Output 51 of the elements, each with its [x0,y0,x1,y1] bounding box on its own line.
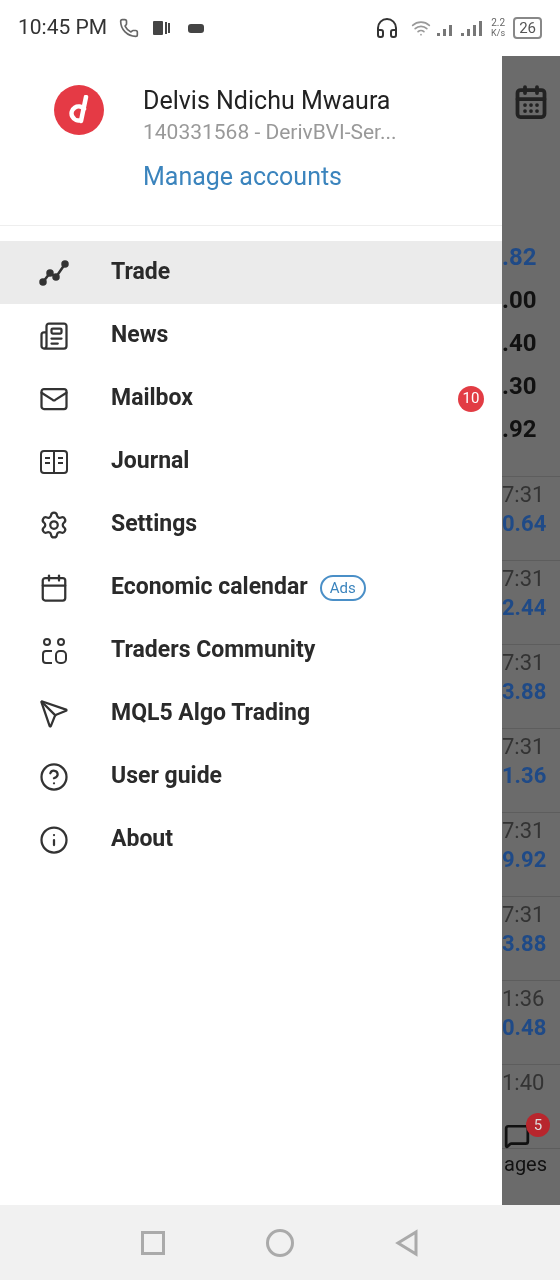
menu-item[interactable]: Trade [0,241,502,304]
deal-value: 1.36 [502,762,548,790]
account-name: Delvis Ndichu Mwaura [143,85,392,117]
help-icon [39,761,69,792]
speed-unit: K/s [491,28,506,38]
newspaper-icon [39,320,69,351]
unread-badge: 10 [458,385,484,412]
speed-value: 2.2 [491,18,506,28]
back-button[interactable] [395,1228,420,1257]
deal-time: 7:31 [502,481,546,509]
deal-value: 9.92 [502,846,548,874]
deal-value: 3.88 [502,678,548,706]
quote-value: .82 [502,242,538,273]
clock: 10:45 PM [18,14,108,42]
community-icon [39,635,69,666]
deal-time: 7:31 [502,565,546,593]
messages-badge: 5 [526,1113,550,1137]
quote-value: .40 [502,328,538,359]
settings-icon [39,509,69,540]
account-number: 140331568 - DerivBVI-Ser... [143,119,397,146]
phone-icon [119,18,140,38]
manage-accounts-link[interactable]: Manage accounts [143,161,397,193]
recent-apps-button[interactable] [140,1230,165,1255]
quote-value: .00 [502,285,538,316]
quote-value: .92 [502,414,538,445]
deal-time: 7:31 [502,901,546,929]
info-icon [39,824,69,855]
journal-icon [39,448,69,475]
deal-time: 7:31 [502,649,546,677]
deal-value: 2.44 [502,594,548,622]
deal-time: 1:40 [502,1069,546,1097]
deal-time: 7:31 [502,733,546,761]
deal-value: 0.64 [502,510,548,538]
deal-time: 7:31 [502,817,546,845]
deal-value: 3.88 [502,930,548,958]
paper-plane-icon [39,698,69,729]
signal-icon [435,19,484,37]
quote-value: .30 [502,371,538,402]
deal-time: 1:36 [502,985,546,1013]
home-button[interactable] [266,1228,294,1257]
wifi-icon [411,18,432,38]
calendar-icon [513,84,549,120]
messages-tab-label: ages [504,1151,549,1178]
chart-line-icon [39,259,69,286]
deal-value: 0.48 [502,1014,548,1042]
messages-icon [504,1123,530,1149]
headphones-icon [375,16,400,40]
battery-indicator: 26 [513,17,542,39]
ads-tag: Ads [319,574,366,601]
calendar-icon [39,572,69,603]
broker-logo [54,85,104,135]
